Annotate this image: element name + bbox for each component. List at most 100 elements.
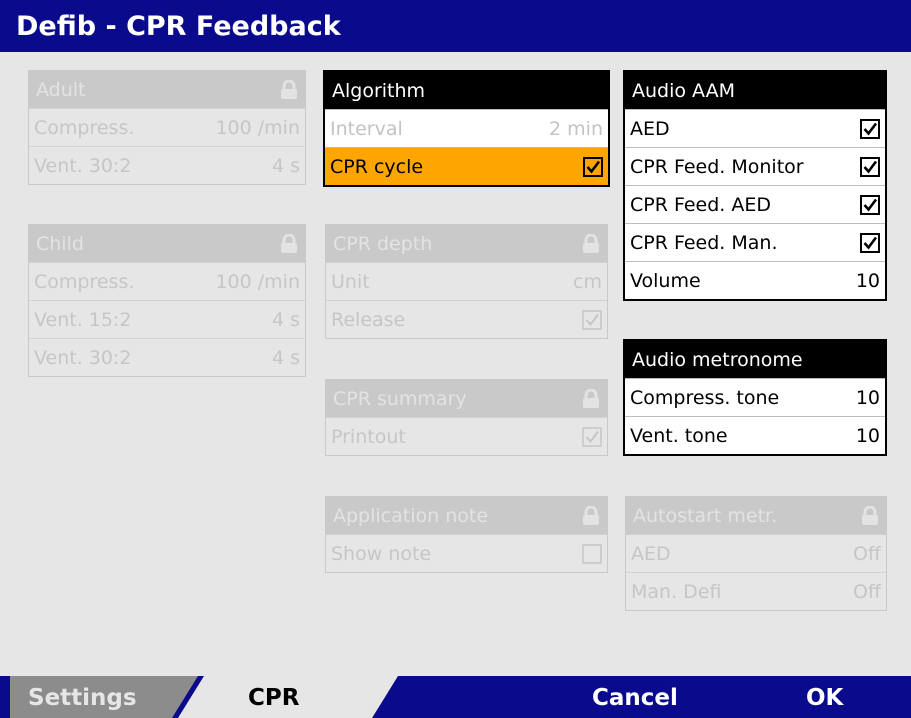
autostart-man-defi-row: Man. Defi Off — [626, 572, 886, 610]
checkbox-checked-icon[interactable] — [860, 232, 880, 253]
row-value: Off — [852, 580, 881, 603]
row-label: CPR Feed. Monitor — [630, 155, 804, 178]
lock-icon — [583, 388, 599, 408]
checkbox-checked-icon[interactable] — [860, 194, 880, 215]
audio-aam-volume-row[interactable]: Volume 10 — [625, 261, 885, 299]
lock-icon — [583, 505, 599, 525]
row-label: CPR Feed. Man. — [630, 231, 778, 254]
child-compress-row: Compress. 100 /min — [29, 262, 305, 300]
cpr-tab[interactable]: CPR — [248, 676, 299, 718]
settings-tab[interactable]: Settings — [28, 676, 137, 718]
row-label: Compress. — [34, 270, 135, 293]
row-label: AED — [631, 542, 671, 565]
audio-aam-panel: Audio AAM AED CPR Feed. Monitor CPR Feed… — [623, 70, 887, 301]
row-value: 2 min — [549, 117, 603, 140]
row-label: AED — [630, 117, 670, 140]
algorithm-title: Algorithm — [332, 79, 426, 102]
checkbox-checked-icon[interactable] — [860, 156, 880, 177]
lock-icon — [862, 505, 878, 525]
cpr-depth-release-row: Release — [326, 300, 607, 338]
checkbox-checked-icon[interactable] — [583, 156, 603, 177]
checkbox-checked-icon — [582, 309, 602, 330]
audio-aam-header: Audio AAM — [625, 72, 885, 109]
audio-aam-feed-man-row[interactable]: CPR Feed. Man. — [625, 223, 885, 261]
autostart-panel: Autostart metr. AED Off Man. Defi Off — [625, 496, 887, 611]
cpr-summary-header: CPR summary — [326, 380, 607, 417]
row-value: 10 — [855, 269, 880, 292]
cpr-summary-title: CPR summary — [333, 387, 467, 410]
child-vent-15-row: Vent. 15:2 4 s — [29, 300, 305, 338]
child-header: Child — [29, 225, 305, 262]
child-vent-30-row: Vent. 30:2 4 s — [29, 338, 305, 376]
child-title: Child — [36, 232, 84, 255]
row-value: 4 s — [271, 346, 300, 369]
softkey-bar: Settings CPR Cancel OK — [0, 676, 911, 718]
cpr-summary-printout-row: Printout — [326, 417, 607, 455]
audio-aam-feed-aed-row[interactable]: CPR Feed. AED — [625, 185, 885, 223]
algorithm-header: Algorithm — [325, 72, 608, 109]
row-label: Volume — [630, 269, 701, 292]
audio-metronome-title: Audio metronome — [632, 348, 803, 371]
cpr-depth-panel: CPR depth Unit cm Release — [325, 224, 608, 339]
child-panel: Child Compress. 100 /min Vent. 15:2 4 s … — [28, 224, 306, 377]
settings-area: Adult Compress. 100 /min Vent. 30:2 4 s … — [0, 52, 911, 676]
audio-metronome-header: Audio metronome — [625, 341, 885, 378]
adult-title: Adult — [36, 78, 86, 101]
metronome-vent-tone-row[interactable]: Vent. tone 10 — [625, 416, 885, 454]
audio-metronome-panel: Audio metronome Compress. tone 10 Vent. … — [623, 339, 887, 456]
row-label: CPR Feed. AED — [630, 193, 772, 216]
checkbox-checked-icon — [582, 426, 602, 447]
autostart-title: Autostart metr. — [633, 504, 778, 527]
row-value: 4 s — [271, 308, 300, 331]
application-note-show-row: Show note — [326, 534, 607, 572]
algorithm-interval-row[interactable]: Interval 2 min — [325, 109, 608, 147]
row-label: Unit — [331, 270, 370, 293]
cpr-depth-title: CPR depth — [333, 232, 433, 255]
algorithm-panel: Algorithm Interval 2 min CPR cycle — [323, 70, 610, 187]
row-value: 100 /min — [215, 116, 300, 139]
row-label: Vent. 30:2 — [34, 154, 132, 177]
adult-vent-row: Vent. 30:2 4 s — [29, 146, 305, 184]
cpr-summary-panel: CPR summary Printout — [325, 379, 608, 456]
row-value: Off — [852, 542, 881, 565]
adult-panel: Adult Compress. 100 /min Vent. 30:2 4 s — [28, 70, 306, 185]
checkbox-checked-icon[interactable] — [860, 118, 880, 139]
window-title: Defib - CPR Feedback — [0, 0, 911, 52]
autostart-aed-row: AED Off — [626, 534, 886, 572]
softkey-bar-background — [0, 676, 911, 718]
row-value: 10 — [855, 424, 880, 447]
checkbox-unchecked-icon — [582, 543, 602, 564]
row-value: 4 s — [271, 154, 300, 177]
ok-button[interactable]: OK — [806, 676, 843, 718]
cpr-depth-unit-row: Unit cm — [326, 262, 607, 300]
row-value: cm — [573, 270, 602, 293]
row-label: Printout — [331, 425, 406, 448]
autostart-header: Autostart metr. — [626, 497, 886, 534]
audio-aam-feed-monitor-row[interactable]: CPR Feed. Monitor — [625, 147, 885, 185]
lock-icon — [281, 79, 297, 99]
audio-aam-title: Audio AAM — [632, 79, 735, 102]
lock-icon — [281, 233, 297, 253]
row-label: Man. Defi — [631, 580, 722, 603]
row-label: Compress. tone — [630, 386, 780, 409]
row-label: Show note — [331, 542, 432, 565]
cpr-depth-header: CPR depth — [326, 225, 607, 262]
application-note-header: Application note — [326, 497, 607, 534]
row-label: Vent. 30:2 — [34, 346, 132, 369]
application-note-panel: Application note Show note — [325, 496, 608, 573]
row-value: 10 — [855, 386, 880, 409]
application-note-title: Application note — [333, 504, 489, 527]
adult-header: Adult — [29, 71, 305, 108]
algorithm-cpr-cycle-row[interactable]: CPR cycle — [325, 147, 608, 185]
row-label: Compress. — [34, 116, 135, 139]
cancel-button[interactable]: Cancel — [592, 676, 678, 718]
row-label: Vent. tone — [630, 424, 728, 447]
row-label: Release — [331, 308, 406, 331]
adult-compress-row: Compress. 100 /min — [29, 108, 305, 146]
row-value: 100 /min — [215, 270, 300, 293]
row-label: CPR cycle — [330, 155, 424, 178]
row-label: Interval — [330, 117, 403, 140]
row-label: Vent. 15:2 — [34, 308, 132, 331]
audio-aam-aed-row[interactable]: AED — [625, 109, 885, 147]
metronome-compress-tone-row[interactable]: Compress. tone 10 — [625, 378, 885, 416]
